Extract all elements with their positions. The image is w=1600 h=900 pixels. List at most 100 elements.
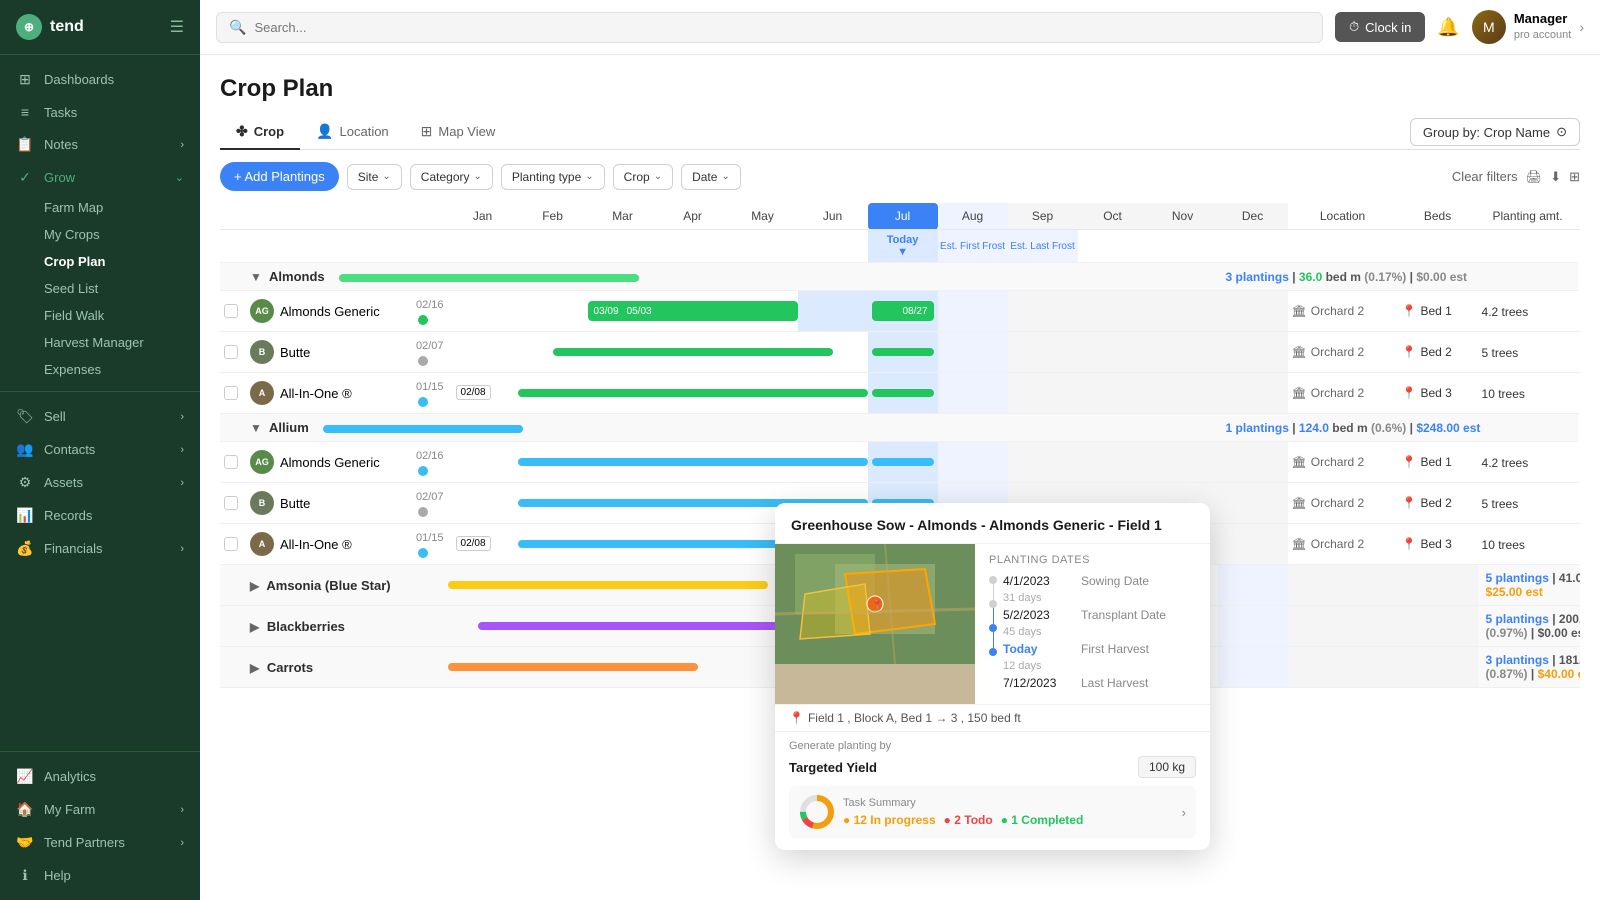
group-by-button[interactable]: Group by: Crop Name ⊙ <box>1410 118 1580 146</box>
sidebar-item-seed-list[interactable]: Seed List <box>0 275 200 302</box>
row-checkbox[interactable] <box>224 345 238 359</box>
dashboards-icon: ⊞ <box>16 71 34 88</box>
month-mar: Mar <box>588 203 658 230</box>
expand-almonds-icon[interactable]: ▼ <box>250 270 262 284</box>
planting-amt-cell: 5 trees <box>1482 346 1519 360</box>
location-icon: 🏛 <box>1292 304 1307 318</box>
expand-allium-icon[interactable]: ▼ <box>250 421 262 435</box>
filter-crop[interactable]: Crop ⌄ <box>613 164 673 190</box>
filter-site-chevron-icon: ⌄ <box>382 171 390 182</box>
tab-location-label: Location <box>340 124 389 139</box>
expand-amsonia-icon[interactable]: ▶ <box>250 579 259 593</box>
sidebar-item-my-crops[interactable]: My Crops <box>0 221 200 248</box>
row-checkbox[interactable] <box>224 455 238 469</box>
sidebar-item-grow[interactable]: ✓ Grow ⌄ <box>0 161 200 194</box>
add-plantings-button[interactable]: + Add Plantings <box>220 162 339 191</box>
grow-icon: ✓ <box>16 169 34 186</box>
beds-cell: 📍 Bed 1 <box>1402 304 1474 318</box>
tend-partners-icon: 🤝 <box>16 834 34 851</box>
month-jan: Jan <box>448 203 518 230</box>
expand-carrots-icon[interactable]: ▶ <box>250 661 259 675</box>
tab-map-view[interactable]: ⊞ Map View <box>405 115 512 150</box>
sidebar-item-label: Tend Partners <box>44 835 125 850</box>
app-name: tend <box>50 18 84 36</box>
filters-row: + Add Plantings Site ⌄ Category ⌄ Planti… <box>220 162 1580 191</box>
sidebar-item-sell[interactable]: 🏷 Sell › <box>0 400 200 433</box>
location-cell: 🏛Orchard 2 <box>1292 537 1394 551</box>
columns-icon[interactable]: ⊞ <box>1569 169 1580 185</box>
beds-header: Beds <box>1398 203 1478 230</box>
task-summary-section[interactable]: Task Summary ● 12 In progress ● 2 Todo ●… <box>789 786 1196 838</box>
sidebar-item-expenses[interactable]: Expenses <box>0 356 200 383</box>
calendar-markers-row: Today▼ Est. First Frost Est. Last Frost <box>220 230 1580 263</box>
table-row: AG Almonds Generic 02/16 <box>220 291 1580 332</box>
chevron-right-icon: › <box>180 411 184 423</box>
clock-icon: ⏱ <box>1349 19 1359 35</box>
sidebar-item-harvest-manager[interactable]: Harvest Manager <box>0 329 200 356</box>
almonds-summary: 3 plantings | 36.0 bed m (0.17%) | $0.00… <box>1218 263 1578 291</box>
sidebar-item-help[interactable]: ℹ Help <box>0 859 200 892</box>
location-icon: 🏛 <box>1292 537 1307 551</box>
expand-blackberries-icon[interactable]: ▶ <box>250 620 259 634</box>
filter-category[interactable]: Category ⌄ <box>410 164 493 190</box>
filter-date-label: Date <box>692 170 717 184</box>
row-checkbox[interactable] <box>224 304 238 318</box>
timeline-dot-4 <box>989 648 997 656</box>
clock-in-button[interactable]: ⏱ Clock in <box>1335 12 1425 42</box>
sidebar-item-crop-plan[interactable]: Crop Plan <box>0 248 200 275</box>
sidebar-item-contacts[interactable]: 👥 Contacts › <box>0 433 200 466</box>
contacts-icon: 👥 <box>16 441 34 458</box>
search-input[interactable] <box>254 20 1310 35</box>
popup-title: Greenhouse Sow - Almonds - Almonds Gener… <box>775 503 1210 544</box>
month-feb: Feb <box>518 203 588 230</box>
first-harvest-date-label: First Harvest <box>1081 642 1149 656</box>
sidebar-item-label: Analytics <box>44 769 96 784</box>
records-icon: 📊 <box>16 507 34 524</box>
sidebar-item-label: Dashboards <box>44 72 114 87</box>
tab-location[interactable]: 👤 Location <box>300 115 405 150</box>
sidebar-item-farm-map[interactable]: Farm Map <box>0 194 200 221</box>
sidebar-item-notes[interactable]: 📋 Notes › <box>0 128 200 161</box>
sidebar-item-label: Records <box>44 508 92 523</box>
group-name-allium: Allium <box>269 420 309 435</box>
sidebar-item-tasks[interactable]: ≡ Tasks <box>0 96 200 128</box>
row-checkbox[interactable] <box>224 496 238 510</box>
tab-map-view-label: Map View <box>438 124 495 139</box>
sidebar-item-field-walk[interactable]: Field Walk <box>0 302 200 329</box>
sidebar-item-financials[interactable]: 💰 Financials › <box>0 532 200 565</box>
sidebar-item-analytics[interactable]: 📈 Analytics <box>0 760 200 793</box>
filter-category-label: Category <box>421 170 470 184</box>
blackberries-summary: 5 plantings | 200.0 bed m (0.97%) | $0.0… <box>1478 606 1580 647</box>
table-row: B Butte 02/07 <box>220 332 1580 373</box>
first-harvest-date-value: Today <box>1003 642 1073 656</box>
popup-details: Planting Dates <box>975 544 1210 704</box>
crop-avatar: A <box>250 381 274 405</box>
planting-dates-title: Planting Dates <box>989 554 1196 566</box>
location-pin-icon: 📍 <box>789 711 804 725</box>
search-box[interactable]: 🔍 <box>216 12 1323 43</box>
month-nov: Nov <box>1148 203 1218 230</box>
pin-icon: 📍 <box>1402 455 1417 469</box>
sidebar-item-records[interactable]: 📊 Records <box>0 499 200 532</box>
filter-site[interactable]: Site ⌄ <box>347 164 402 190</box>
task-summary-title: Task Summary <box>843 797 1083 809</box>
tab-crop[interactable]: ✤ Crop <box>220 115 300 150</box>
row-checkbox[interactable] <box>224 537 238 551</box>
pin-icon: 📍 <box>1402 386 1417 400</box>
sidebar-item-dashboards[interactable]: ⊞ Dashboards <box>0 63 200 96</box>
task-stats-row: ● 12 In progress ● 2 Todo ● 1 Completed <box>843 813 1083 827</box>
print-icon[interactable]: 🖨 <box>1526 169 1543 185</box>
filter-crop-label: Crop <box>624 170 650 184</box>
sidebar-item-assets[interactable]: ⚙ Assets › <box>0 466 200 499</box>
export-icon[interactable]: ⬇ <box>1550 169 1561 185</box>
user-menu[interactable]: M Manager pro account › <box>1472 10 1584 44</box>
filter-planting-type[interactable]: Planting type ⌄ <box>501 164 605 190</box>
filter-date[interactable]: Date ⌄ <box>681 164 741 190</box>
menu-toggle-icon[interactable]: ☰ <box>170 17 184 37</box>
notifications-icon[interactable]: 🔔 <box>1437 17 1459 38</box>
clear-filters-button[interactable]: Clear filters <box>1452 169 1518 184</box>
generate-label: Generate planting by <box>789 740 1196 752</box>
row-checkbox[interactable] <box>224 386 238 400</box>
sidebar-item-my-farm[interactable]: 🏠 My Farm › <box>0 793 200 826</box>
sidebar-item-tend-partners[interactable]: 🤝 Tend Partners › <box>0 826 200 859</box>
